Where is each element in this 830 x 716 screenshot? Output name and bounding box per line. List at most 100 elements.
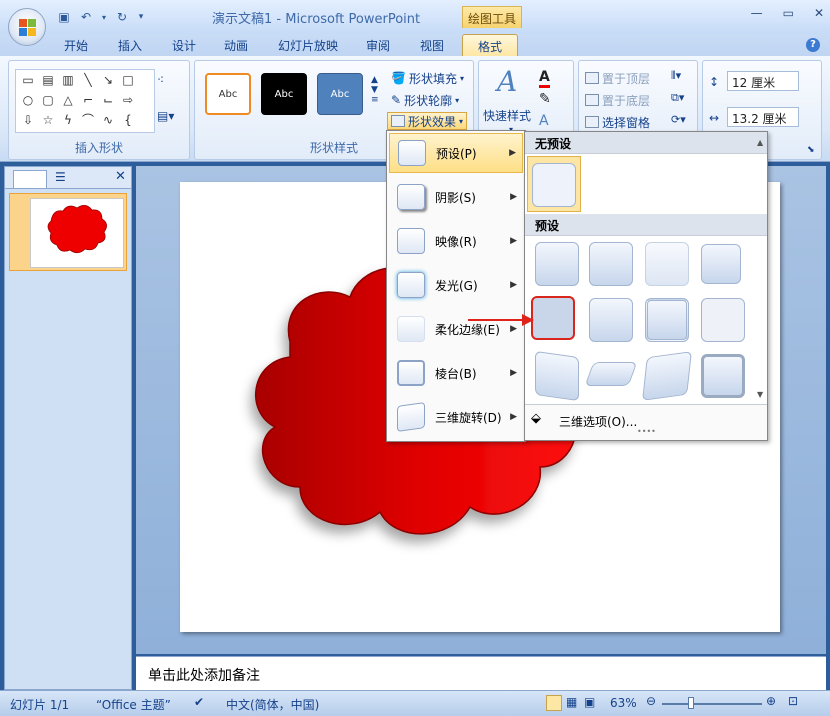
text-effects-icon[interactable]: A xyxy=(539,113,549,129)
style-sample-orange-outline[interactable]: Abc xyxy=(205,73,251,115)
close-pane-icon[interactable]: ✕ xyxy=(115,169,126,184)
down-arrow-shape-icon[interactable]: ⇩ xyxy=(20,113,36,127)
customize-qat-icon[interactable]: ▾ xyxy=(136,9,146,25)
scroll-up-icon[interactable]: ▲ xyxy=(757,138,763,147)
send-to-back-button[interactable]: 置于底层 xyxy=(585,91,650,109)
menu-item-reflection[interactable]: 映像(R) ▶ xyxy=(389,221,523,261)
line-shape-icon[interactable]: ╲ xyxy=(80,73,96,87)
notes-placeholder[interactable]: 单击此处添加备注 xyxy=(148,665,260,685)
resize-grip-icon[interactable]: •••• xyxy=(637,427,656,436)
textbox-button-icon[interactable]: ▤▾ xyxy=(157,109,174,123)
preset-6[interactable] xyxy=(589,298,633,342)
text-fill-icon[interactable]: A xyxy=(539,69,550,88)
bring-to-front-button[interactable]: 置于顶层 xyxy=(585,69,650,87)
undo-icon[interactable]: ↶ xyxy=(78,9,94,25)
height-input[interactable]: 12 厘米 xyxy=(727,71,799,91)
width-input[interactable]: 13.2 厘米 xyxy=(727,107,799,127)
tab-insert[interactable]: 插入 xyxy=(118,37,142,54)
arrow-shape-icon[interactable]: ↘ xyxy=(100,73,116,87)
style-sample-blue[interactable]: Abc xyxy=(317,73,363,115)
selection-pane-button[interactable]: 选择窗格 xyxy=(585,113,650,131)
menu-item-bevel[interactable]: 棱台(B) ▶ xyxy=(389,353,523,393)
notes-pane[interactable]: 单击此处添加备注 xyxy=(136,656,826,690)
preset-8[interactable] xyxy=(701,298,745,342)
tab-review[interactable]: 审阅 xyxy=(366,37,390,54)
menu-item-preset[interactable]: 预设(P) ▶ xyxy=(389,133,523,173)
preset-11[interactable] xyxy=(642,351,692,401)
elbow-connector-icon[interactable]: ⌐ xyxy=(80,93,96,107)
redo-icon[interactable]: ↻ xyxy=(114,9,130,25)
minimize-icon[interactable]: — xyxy=(751,6,763,20)
maximize-icon[interactable]: ▭ xyxy=(783,6,794,20)
preset-5-highlighted[interactable] xyxy=(531,296,575,340)
rect-text-shape-icon[interactable]: ▤ xyxy=(40,73,56,87)
close-icon[interactable]: ✕ xyxy=(814,6,824,20)
3d-options-row[interactable]: ⬙ 三维选项(O)... •••• xyxy=(525,404,767,440)
menu-item-3d-rotation[interactable]: 三维旋转(D) ▶ xyxy=(389,397,523,437)
wordart-a-icon[interactable]: A xyxy=(497,65,517,98)
zoom-out-icon[interactable]: ⊖ xyxy=(646,694,656,708)
slideshow-view-icon[interactable]: ▣ xyxy=(584,695,595,709)
tab-view[interactable]: 视图 xyxy=(420,37,444,54)
align-icon[interactable]: ⫴▾ xyxy=(671,69,681,83)
arc-shape-icon[interactable]: ⌒ xyxy=(80,113,96,127)
preset-4[interactable] xyxy=(701,244,741,284)
slides-tab-icon[interactable] xyxy=(13,170,47,188)
shape-effects-button[interactable]: 形状效果 ▾ xyxy=(387,112,468,130)
office-button[interactable] xyxy=(8,8,46,46)
quick-styles-label[interactable]: 快速样式 xyxy=(483,107,531,124)
preset-2[interactable] xyxy=(589,242,633,286)
preset-7[interactable] xyxy=(645,298,689,342)
zoom-thumb[interactable] xyxy=(688,697,694,709)
curve-shape-icon[interactable]: ∿ xyxy=(100,113,116,127)
dropdown-icon[interactable]: ▾ xyxy=(100,9,108,25)
sorter-view-icon[interactable]: ▦ xyxy=(566,695,577,709)
zoom-level[interactable]: 63% xyxy=(610,696,637,710)
help-icon[interactable]: ? xyxy=(806,38,820,52)
normal-view-icon[interactable] xyxy=(546,695,562,711)
scroll-down-icon[interactable]: ▼ xyxy=(757,390,763,399)
tab-animation[interactable]: 动画 xyxy=(224,37,248,54)
outline-tab-icon[interactable]: ☰ xyxy=(55,170,66,184)
fit-window-icon[interactable]: ⊡ xyxy=(788,694,798,708)
oval-shape-icon[interactable]: ○ xyxy=(20,93,36,107)
preset-1[interactable] xyxy=(535,242,579,286)
menu-item-glow[interactable]: 发光(G) ▶ xyxy=(389,265,523,305)
vertical-text-shape-icon[interactable]: ▥ xyxy=(60,73,76,87)
star-shape-icon[interactable]: ☆ xyxy=(40,113,56,127)
rotate-icon[interactable]: ⟳▾ xyxy=(671,113,686,126)
brace-shape-icon[interactable]: { xyxy=(120,113,136,127)
right-arrow-shape-icon[interactable]: ⇨ xyxy=(120,93,136,107)
no-preset-option[interactable] xyxy=(527,156,581,212)
preset-3[interactable] xyxy=(645,242,689,286)
lightning-shape-icon[interactable]: ϟ xyxy=(60,113,76,127)
save-icon[interactable]: ▣ xyxy=(56,9,72,25)
menu-item-shadow[interactable]: 阴影(S) ▶ xyxy=(389,177,523,217)
edit-shape-icon[interactable]: ⁖ xyxy=(157,73,164,87)
tab-design[interactable]: 设计 xyxy=(172,37,196,54)
shape-fill-button[interactable]: 🪣 形状填充 ▾ xyxy=(391,69,464,87)
preset-10[interactable] xyxy=(584,362,638,386)
shapes-gallery[interactable]: ▭ ▤ ▥ ╲ ↘ □ ○ ▢ △ ⌐ ⌙ ⇨ ⇩ ☆ ϟ ⌒ ∿ { xyxy=(15,69,155,133)
dialog-launcher-icon[interactable]: ⬊ xyxy=(807,145,815,155)
rounded-rect-shape-icon[interactable]: ▢ xyxy=(40,93,56,107)
zoom-slider[interactable] xyxy=(662,703,762,705)
elbow-arrow-icon[interactable]: ⌙ xyxy=(100,93,116,107)
style-sample-black[interactable]: Abc xyxy=(261,73,307,115)
group-icon[interactable]: ⧉▾ xyxy=(671,91,684,105)
preset-12[interactable] xyxy=(701,354,745,398)
text-outline-icon[interactable]: ✎ xyxy=(539,91,551,107)
preset-9[interactable] xyxy=(535,350,579,402)
gallery-scroll-icon[interactable]: ▲ ▼ ≡ xyxy=(371,75,379,105)
shape-outline-button[interactable]: ✎ 形状轮廓 ▾ xyxy=(391,91,459,109)
triangle-shape-icon[interactable]: △ xyxy=(60,93,76,107)
textbox-shape-icon[interactable]: ▭ xyxy=(20,73,36,87)
tab-slideshow[interactable]: 幻灯片放映 xyxy=(278,37,338,54)
slide-thumbnail[interactable] xyxy=(9,193,127,271)
spell-check-icon[interactable]: ✔ xyxy=(194,695,204,709)
rectangle-shape-icon[interactable]: □ xyxy=(120,73,136,87)
tab-format[interactable]: 格式 xyxy=(462,34,518,56)
zoom-in-icon[interactable]: ⊕ xyxy=(766,694,776,708)
pen-icon: ✎ xyxy=(391,93,402,107)
tab-home[interactable]: 开始 xyxy=(64,37,88,54)
